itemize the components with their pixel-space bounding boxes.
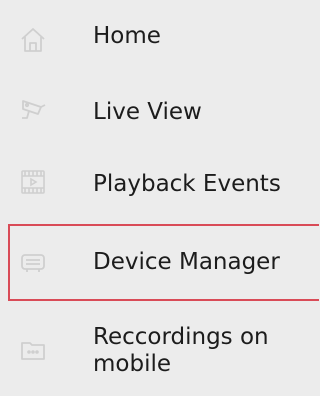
menu-item-playback-events[interactable]: Playback Events (0, 156, 311, 208)
home-icon (19, 26, 47, 54)
menu-item-home[interactable]: Home (0, 14, 311, 64)
menu-item-recordings-label-line1: Reccordings on (93, 324, 269, 350)
menu-item-recordings-label-line2: mobile (93, 351, 172, 377)
device-icon (19, 248, 47, 276)
navigation-menu: Home Live View Playback Events Device Ma… (0, 0, 319, 396)
menu-item-home-label: Home (93, 23, 161, 49)
menu-item-live-view-label: Live View (93, 99, 202, 125)
menu-item-playback-events-label: Playback Events (93, 171, 281, 197)
menu-item-recordings-on-mobile[interactable]: Reccordings on mobile (0, 318, 311, 386)
menu-item-device-manager[interactable]: Device Manager (0, 226, 311, 299)
folder-icon (19, 336, 47, 364)
menu-item-device-manager-label: Device Manager (93, 249, 280, 275)
film-icon (19, 168, 47, 196)
camera-icon (19, 96, 47, 124)
menu-item-live-view[interactable]: Live View (0, 84, 311, 136)
